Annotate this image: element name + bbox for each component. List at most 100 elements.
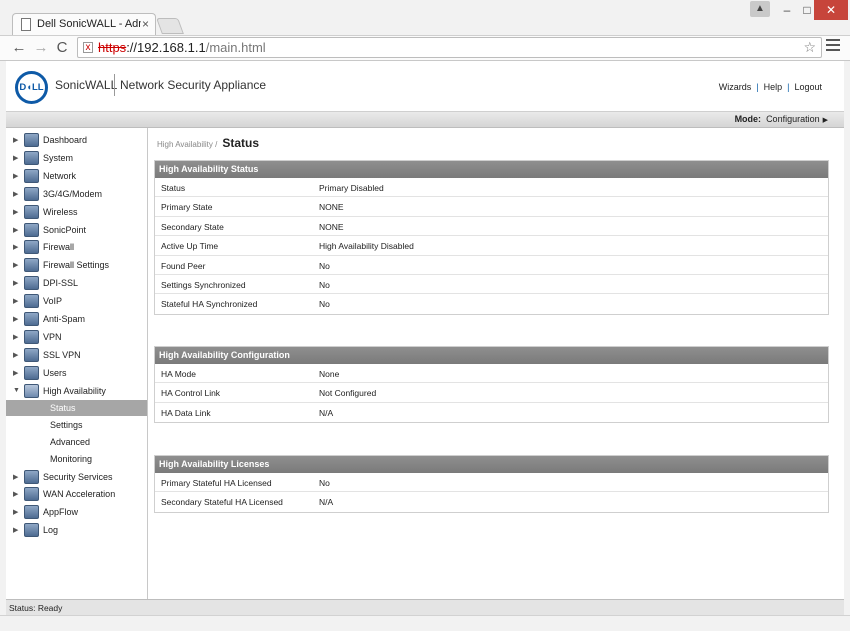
sidebar-item[interactable]: ▶ SSL VPN xyxy=(6,347,148,364)
row-value: No xyxy=(319,260,330,271)
collapsed-arrow-icon[interactable]: ▶ xyxy=(13,208,18,216)
sidebar-item[interactable]: ▶ Wireless xyxy=(6,204,148,221)
sidebar-item[interactable]: ▶ Log xyxy=(6,522,148,539)
page-icon xyxy=(21,18,31,31)
brand-name: SonicWALL xyxy=(55,78,118,92)
sidebar-subitem[interactable]: Advanced xyxy=(6,434,147,450)
collapsed-arrow-icon[interactable]: ▶ xyxy=(13,297,18,305)
sidebar-item-label: Firewall Settings xyxy=(43,260,110,271)
collapsed-arrow-icon[interactable]: ▶ xyxy=(13,315,18,323)
row-label: Stateful HA Synchronized xyxy=(161,299,258,310)
link-separator: | xyxy=(787,82,790,92)
modem-icon xyxy=(24,186,39,201)
page-title: Status xyxy=(222,136,260,150)
row-label: Active Up Time xyxy=(161,241,219,252)
collapsed-arrow-icon[interactable]: ▶ xyxy=(13,154,18,162)
user-icon[interactable]: ▲ xyxy=(750,1,770,17)
breadcrumb-parent[interactable]: High Availability / xyxy=(157,140,217,149)
sidebar-item-label: System xyxy=(43,152,74,163)
reload-icon[interactable]: C xyxy=(52,38,72,58)
collapsed-arrow-icon[interactable]: ▶ xyxy=(13,490,18,498)
insecure-lock-icon[interactable]: x xyxy=(83,42,93,53)
collapsed-arrow-icon[interactable]: ▶ xyxy=(13,172,18,180)
logout-link[interactable]: Logout xyxy=(794,82,822,92)
sidebar-item[interactable]: ▶ WAN Acceleration xyxy=(6,486,148,503)
sidebar-item[interactable]: ▶ SonicPoint xyxy=(6,222,148,239)
bookmark-star-icon[interactable]: ☆ xyxy=(803,39,816,56)
section-panel: High Availability Status Status Primary Di… xyxy=(154,160,829,315)
sidebar-item[interactable]: ▶ Firewall xyxy=(6,239,148,256)
sidebar-item[interactable]: ▶ Firewall Settings xyxy=(6,257,148,274)
sidebar-item[interactable]: ▶ Security Services xyxy=(6,469,148,486)
section-header: High Availability Licenses xyxy=(155,456,828,473)
browser-menu-icon[interactable] xyxy=(826,39,840,53)
sidebar-item[interactable]: ▼ High Availability xyxy=(6,383,148,400)
sidebar-subitem[interactable]: Settings xyxy=(6,417,147,433)
sidebar-item[interactable]: ▶ Dashboard xyxy=(6,132,148,149)
collapsed-arrow-icon[interactable]: ▶ xyxy=(13,508,18,516)
collapsed-arrow-icon[interactable]: ▶ xyxy=(13,369,18,377)
wizards-link[interactable]: Wizards xyxy=(719,82,752,92)
sidebar-item[interactable]: ▶ AppFlow xyxy=(6,504,148,521)
collapsed-arrow-icon[interactable]: ▶ xyxy=(13,526,18,534)
sidebar-item-label: SSL VPN xyxy=(43,349,81,360)
url-host: ://192.168.1.1 xyxy=(126,40,206,55)
collapsed-arrow-icon[interactable]: ▶ xyxy=(13,190,18,198)
collapsed-arrow-icon[interactable]: ▶ xyxy=(13,473,18,481)
help-link[interactable]: Help xyxy=(764,82,783,92)
system-icon xyxy=(24,150,39,165)
dpi-ssl-icon xyxy=(24,276,39,291)
collapsed-arrow-icon[interactable]: ▶ xyxy=(13,351,18,359)
row-value: No xyxy=(319,478,330,488)
sidebar-subitem-label: Advanced xyxy=(50,436,91,447)
row-value: NONE xyxy=(319,202,344,213)
new-tab-button[interactable] xyxy=(156,18,184,34)
sidebar-item[interactable]: ▶ Users xyxy=(6,365,148,382)
back-icon[interactable]: ← xyxy=(9,38,29,58)
sidebar-item[interactable]: ▶ 3G/4G/Modem xyxy=(6,186,148,203)
sidebar-item[interactable]: ▶ VoIP xyxy=(6,293,148,310)
collapsed-arrow-icon[interactable]: ▶ xyxy=(13,243,18,251)
row-value: NONE xyxy=(319,221,344,232)
row-label: Primary State xyxy=(161,202,213,213)
sidebar-item[interactable]: ▶ DPI-SSL xyxy=(6,275,148,292)
collapsed-arrow-icon[interactable]: ▶ xyxy=(13,279,18,287)
row-label: Settings Synchronized xyxy=(161,279,246,290)
url-text[interactable]: https://192.168.1.1/main.html xyxy=(98,40,266,55)
sidebar-item[interactable]: ▶ Network xyxy=(6,168,148,185)
sidebar-item[interactable]: ▶ System xyxy=(6,150,148,167)
url-path: /main.html xyxy=(205,40,266,55)
collapsed-arrow-icon[interactable]: ▶ xyxy=(13,261,18,269)
sonicpoint-icon xyxy=(24,222,39,237)
table-row: Active Up Time High Availability Disabled xyxy=(155,236,828,256)
section-header: High Availability Status xyxy=(155,161,828,178)
collapsed-arrow-icon[interactable]: ▶ xyxy=(13,136,18,144)
browser-toolbar: ← → C x https://192.168.1.1/main.html ☆ xyxy=(0,35,850,60)
mode-value[interactable]: Configuration xyxy=(766,114,820,124)
row-label: Primary Stateful HA Licensed xyxy=(161,478,272,488)
sidebar-item-label: VoIP xyxy=(43,296,63,307)
sidebar-item[interactable]: ▶ Anti-Spam xyxy=(6,311,148,328)
browser-tab[interactable]: Dell SonicWALL - Administration × xyxy=(12,13,156,35)
high-availability-icon xyxy=(24,383,39,398)
close-icon[interactable]: ✕ xyxy=(814,0,848,20)
expanded-arrow-icon[interactable]: ▼ xyxy=(13,387,20,394)
forward-icon[interactable]: → xyxy=(31,38,51,58)
tab-close-icon[interactable]: × xyxy=(142,17,149,31)
mode-arrow-icon[interactable]: ▶ xyxy=(823,117,828,124)
row-label: HA Mode xyxy=(161,369,196,379)
address-bar[interactable]: x https://192.168.1.1/main.html ☆ xyxy=(77,37,822,58)
sidebar-item-label: VPN xyxy=(43,331,62,342)
sidebar-subitem[interactable]: Status xyxy=(6,399,147,416)
sidebar: ▶ Dashboard ▶ System ▶ Network ▶ 3G/4G/Modem ▶ Wi… xyxy=(6,128,148,599)
collapsed-arrow-icon[interactable]: ▶ xyxy=(13,226,18,234)
table-row: HA Data Link N/A xyxy=(155,403,828,422)
mode-selector[interactable]: Mode: Configuration ▶ xyxy=(735,114,828,124)
status-text: Status: Ready xyxy=(9,603,63,613)
wireless-icon xyxy=(24,204,39,219)
sidebar-subitem[interactable]: Monitoring xyxy=(6,451,147,467)
sidebar-item[interactable]: ▶ VPN xyxy=(6,329,148,346)
table-row: Settings Synchronized No xyxy=(155,275,828,295)
collapsed-arrow-icon[interactable]: ▶ xyxy=(13,333,18,341)
section-header: High Availability Configuration xyxy=(155,347,828,364)
